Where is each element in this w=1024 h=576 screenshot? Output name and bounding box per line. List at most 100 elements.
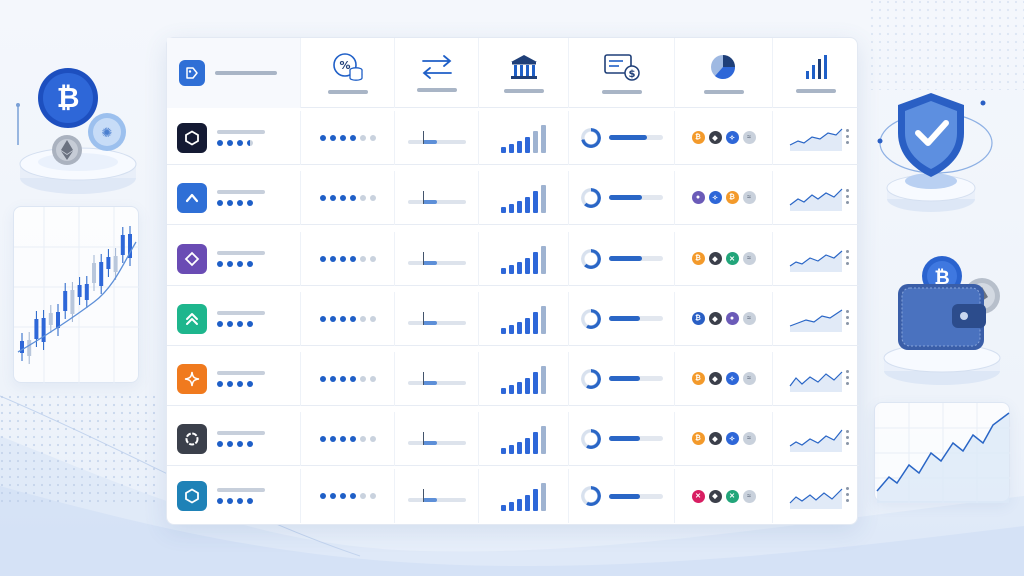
ethereum-coin-icon: ◆ xyxy=(708,131,722,144)
tag-icon xyxy=(179,60,205,86)
trend-cell xyxy=(773,111,859,165)
spread-slider[interactable] xyxy=(407,311,466,326)
line-chart xyxy=(875,403,1011,503)
table-row[interactable]: ✕ ◆ ✕ ≈ xyxy=(167,469,859,523)
bitcoin-coins-pedestal: ✺ ₿ xyxy=(16,68,137,194)
spread-slider[interactable] xyxy=(407,190,466,205)
progress-cell xyxy=(569,170,675,225)
table-row[interactable]: ₿ ◆ ✧ ≈ xyxy=(167,351,859,406)
rating-dot xyxy=(217,260,223,267)
header-label-placeholder xyxy=(327,90,368,94)
slider-track xyxy=(407,498,466,502)
score-dot xyxy=(369,375,376,382)
spread-slider[interactable] xyxy=(407,251,466,266)
row-menu-icon[interactable] xyxy=(846,369,849,385)
bitcoin-coin-icon: ₿ xyxy=(725,191,739,204)
supported-coins: ● ✧ ₿ ≈ xyxy=(691,191,756,204)
volume-cell xyxy=(479,469,569,523)
volume-bar xyxy=(533,371,538,394)
spread-slider[interactable] xyxy=(407,130,466,145)
score-dot xyxy=(359,134,366,141)
slider-fill xyxy=(422,320,437,325)
score-dot xyxy=(329,134,336,141)
svg-text:✺: ✺ xyxy=(102,126,113,141)
row-menu-icon[interactable] xyxy=(846,429,849,445)
stellar-coin-icon: ≈ xyxy=(742,252,756,265)
volume-bar xyxy=(533,489,538,511)
exchange-name-block xyxy=(217,370,265,387)
volume-bars xyxy=(501,183,546,213)
row-menu-icon[interactable] xyxy=(846,188,849,204)
header-allocation-column[interactable] xyxy=(675,38,773,108)
row-menu-icon[interactable] xyxy=(846,128,849,144)
header-fees-column[interactable]: % xyxy=(301,38,395,108)
spread-cell xyxy=(395,351,479,406)
progress-track xyxy=(608,316,663,321)
fees-cell xyxy=(301,170,395,225)
slider-handle[interactable] xyxy=(422,190,424,204)
slider-handle[interactable] xyxy=(422,311,424,325)
ethereum-coin-icon: ◆ xyxy=(708,432,722,445)
bar-chart-icon xyxy=(806,55,827,79)
row-menu-icon[interactable] xyxy=(846,487,849,502)
header-bank-column[interactable] xyxy=(479,38,569,108)
rating-dots xyxy=(217,440,265,447)
table-row[interactable]: ₿ ◆ ● ≈ xyxy=(167,291,859,346)
score-dot xyxy=(339,194,346,201)
row-menu-icon[interactable] xyxy=(846,309,849,325)
progress-fill xyxy=(608,436,640,441)
bitcoin-coin-icon: ₿ xyxy=(691,252,705,265)
volume-bar xyxy=(541,425,546,454)
volume-bar xyxy=(525,495,530,511)
volume-bar xyxy=(525,136,530,153)
volume-bar xyxy=(509,502,514,511)
exchange-arrows-icon xyxy=(421,55,452,79)
spread-slider[interactable] xyxy=(407,489,466,503)
progress-group xyxy=(580,428,663,449)
table-row[interactable]: ₿ ◆ ✧ ≈ xyxy=(167,110,859,165)
cardano-coin-icon: ✧ xyxy=(725,372,739,385)
spread-slider[interactable] xyxy=(407,371,466,386)
progress-group xyxy=(580,248,663,269)
slider-handle[interactable] xyxy=(422,130,424,144)
progress-fill xyxy=(608,256,642,261)
header-trend-column[interactable] xyxy=(773,38,859,108)
tether-coin-icon: ✕ xyxy=(725,252,739,265)
progress-fill xyxy=(608,135,648,140)
slider-handle[interactable] xyxy=(422,251,424,265)
table-row[interactable]: ₿ ◆ ✧ ≈ xyxy=(167,411,859,466)
spread-slider[interactable] xyxy=(407,431,466,446)
header-exchange-column[interactable] xyxy=(395,38,479,108)
chevron-up-icon xyxy=(177,182,207,213)
volume-bar xyxy=(501,206,506,213)
bank-icon xyxy=(510,55,537,79)
score-dot xyxy=(359,194,366,201)
header-name-column[interactable] xyxy=(167,38,301,108)
slider-handle[interactable] xyxy=(422,489,424,502)
exchange-name-block xyxy=(217,488,265,504)
score-dot xyxy=(349,435,356,442)
table-row[interactable]: ₿ ◆ ✕ ≈ xyxy=(167,231,859,286)
rating-dot xyxy=(237,199,243,206)
progress-ring xyxy=(580,308,601,329)
progress-fill xyxy=(608,493,640,499)
score-dot xyxy=(339,493,346,499)
score-dot xyxy=(329,435,336,442)
trend-cell xyxy=(773,352,859,406)
table-row[interactable]: ● ✧ ₿ ≈ xyxy=(167,170,859,225)
score-dot xyxy=(329,194,336,201)
slider-handle[interactable] xyxy=(422,371,424,385)
header-payment-column[interactable]: $ xyxy=(569,38,675,108)
score-dot xyxy=(369,315,376,322)
rating-dot xyxy=(227,199,233,206)
slider-track xyxy=(407,199,466,204)
volume-bar xyxy=(525,377,530,394)
candle-body xyxy=(63,291,68,311)
slider-handle[interactable] xyxy=(422,431,424,445)
candle-body xyxy=(99,262,104,286)
stellar-coin-icon: ≈ xyxy=(742,131,756,144)
fees-cell xyxy=(301,110,395,165)
rating-dots xyxy=(217,260,265,267)
row-menu-icon[interactable] xyxy=(846,249,849,265)
rating-dot xyxy=(247,199,253,206)
